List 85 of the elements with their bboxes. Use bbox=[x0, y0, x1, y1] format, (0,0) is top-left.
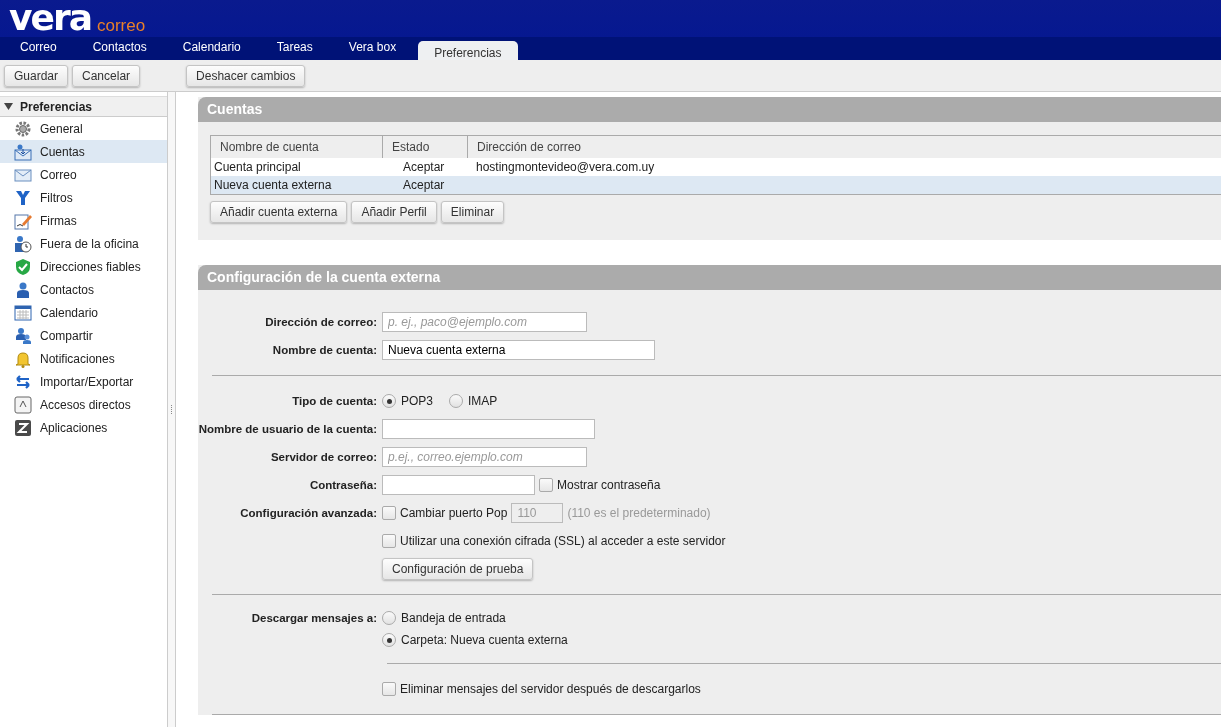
envelope-user-icon bbox=[14, 142, 32, 161]
nav-tab[interactable]: Tareas bbox=[262, 37, 327, 60]
sidebar-item[interactable]: Direcciones fiables bbox=[0, 255, 167, 278]
product-name: correo bbox=[96, 17, 146, 34]
gear-icon bbox=[14, 119, 32, 138]
radio-button[interactable] bbox=[382, 633, 396, 647]
text-field[interactable]: p. ej., paco@ejemplo.com bbox=[382, 312, 587, 332]
column-header: Dirección de correo bbox=[468, 136, 1221, 158]
section-header: Configuración de la cuenta externa bbox=[198, 265, 1221, 290]
nav-tab[interactable]: Contactos bbox=[78, 37, 161, 60]
nav-tab[interactable]: Calendario bbox=[168, 37, 255, 60]
table-cell-text: Nueva cuenta externa bbox=[213, 178, 333, 192]
column-header: Estado bbox=[383, 136, 468, 158]
field-label: Dirección de correo: bbox=[264, 316, 378, 328]
text-field[interactable] bbox=[382, 475, 535, 495]
sidebar-item[interactable]: Accesos directos bbox=[0, 393, 167, 416]
radio-button[interactable] bbox=[449, 394, 463, 408]
arrows-icon bbox=[14, 372, 32, 391]
grip-icon[interactable] bbox=[170, 404, 173, 416]
sidebar-item[interactable]: Calendario bbox=[0, 301, 167, 324]
checkbox-label: Mostrar contraseña bbox=[557, 478, 661, 492]
person-icon bbox=[14, 280, 32, 299]
people-icon bbox=[14, 326, 32, 345]
checkbox-label: Eliminar mensajes del servidor después de descargarlos bbox=[400, 682, 701, 696]
sidebar-item[interactable]: Compartir bbox=[0, 324, 167, 347]
sidebar-title: Preferencias bbox=[20, 99, 93, 114]
radio-button[interactable] bbox=[382, 394, 396, 408]
text-field[interactable] bbox=[382, 419, 595, 439]
checkbox[interactable] bbox=[382, 682, 396, 696]
radio-button[interactable] bbox=[382, 611, 396, 625]
test-settings-button[interactable]: Configuración de prueba bbox=[382, 558, 534, 580]
table-cell-text: hostingmontevideo@vera.com.uy bbox=[475, 160, 656, 174]
checkbox[interactable] bbox=[382, 534, 396, 548]
sidebar-item[interactable]: Notificaciones bbox=[0, 347, 167, 370]
field-label: Configuración avanzada: bbox=[239, 507, 378, 519]
table-cell-text: Aceptar bbox=[402, 178, 446, 192]
sidebar-item[interactable]: Firmas bbox=[0, 209, 167, 232]
radio-label: Carpeta: Nueva cuenta externa bbox=[401, 633, 568, 647]
radio-label: POP3 bbox=[401, 394, 433, 408]
nav-tab[interactable]: Vera box bbox=[334, 37, 411, 60]
sidebar-item[interactable]: Contactos bbox=[0, 278, 167, 301]
checkbox[interactable] bbox=[539, 478, 553, 492]
field-label: Descargar mensajes a: bbox=[250, 611, 378, 624]
checkbox-label: Cambiar puerto Pop bbox=[400, 506, 508, 520]
account-button[interactable]: Eliminar bbox=[440, 201, 505, 223]
hint-text: (110 es el predeterminado) bbox=[567, 506, 711, 520]
account-button[interactable]: Añadir cuenta externa bbox=[210, 201, 348, 223]
field-label: Nombre de cuenta: bbox=[271, 344, 378, 356]
text-field[interactable]: Nueva cuenta externa bbox=[382, 340, 655, 360]
field-label: Contraseña: bbox=[308, 479, 378, 491]
toolbar-button[interactable]: Guardar bbox=[4, 64, 69, 87]
sidebar-item[interactable]: Importar/Exportar bbox=[0, 370, 167, 393]
field-label: Servidor de correo: bbox=[269, 451, 378, 463]
table-cell-text: Cuenta principal bbox=[213, 160, 302, 174]
toolbar-button[interactable]: Cancelar bbox=[72, 64, 141, 87]
sidebar-item[interactable]: Fuera de la oficina bbox=[0, 232, 167, 255]
pencil-icon bbox=[14, 211, 32, 230]
field-label: Tipo de cuenta: bbox=[291, 395, 378, 407]
undo-button[interactable]: Deshacer cambios bbox=[186, 64, 306, 87]
brand-logo: vera bbox=[9, 2, 91, 34]
section-header: Cuentas bbox=[198, 97, 1221, 122]
radio-label: IMAP bbox=[468, 394, 498, 408]
fork-icon bbox=[14, 188, 32, 207]
field-label: Nombre de usuario de la cuenta: bbox=[198, 423, 378, 435]
calendar-icon bbox=[14, 303, 32, 322]
column-header: Nombre de cuenta bbox=[211, 136, 383, 158]
expand-icon[interactable] bbox=[4, 102, 13, 111]
bell-icon bbox=[14, 349, 32, 368]
tile-icon bbox=[14, 418, 32, 437]
sidebar-item[interactable]: Correo bbox=[0, 163, 167, 186]
account-button[interactable]: Añadir Perfil bbox=[351, 201, 437, 223]
table-row[interactable]: Nueva cuenta externa Aceptar bbox=[211, 176, 1221, 194]
clock-user-icon bbox=[14, 234, 32, 253]
text-field[interactable]: p.ej., correo.ejemplo.com bbox=[382, 447, 587, 467]
shield-check-icon bbox=[14, 257, 32, 276]
checkbox-label: Utilizar una conexión cifrada (SSL) al acceder a este servidor bbox=[400, 534, 726, 548]
sidebar-item[interactable]: Filtros bbox=[0, 186, 167, 209]
keyboard-key-icon bbox=[14, 395, 32, 414]
table-cell-text: Aceptar bbox=[402, 160, 446, 174]
radio-label: Bandeja de entrada bbox=[401, 611, 506, 625]
sidebar-item[interactable]: Cuentas bbox=[0, 140, 167, 163]
nav-tab[interactable]: Preferencias bbox=[418, 41, 518, 60]
sidebar-item[interactable]: Aplicaciones bbox=[0, 416, 167, 439]
sidebar-item[interactable]: General bbox=[0, 117, 167, 140]
nav-tab[interactable]: Correo bbox=[6, 37, 71, 60]
